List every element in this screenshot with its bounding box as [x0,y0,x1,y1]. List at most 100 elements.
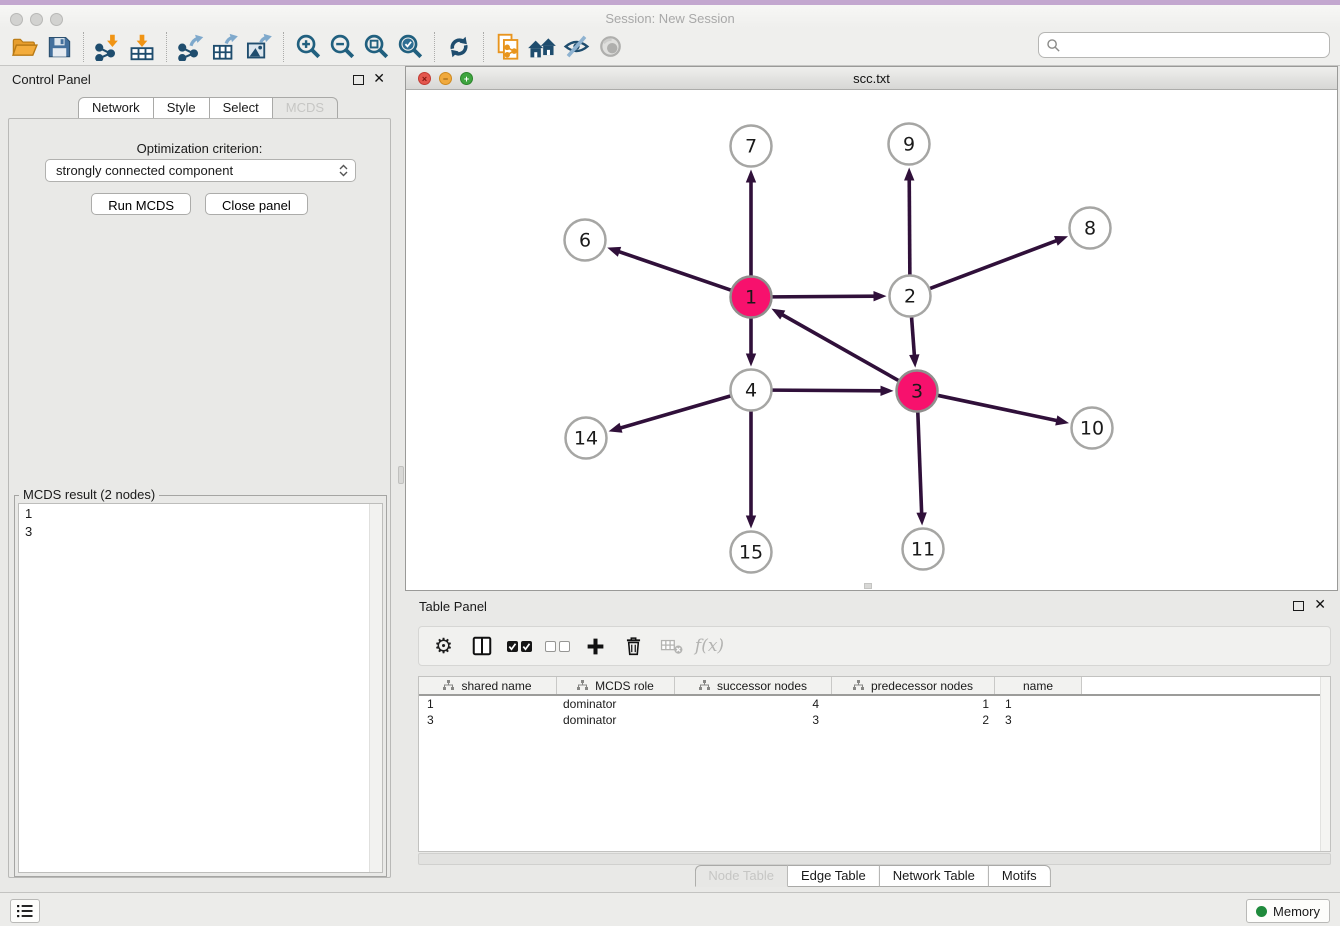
column-attr-icon [853,680,864,691]
close-table-panel-icon[interactable]: ✕ [1314,597,1326,613]
mcds-result-list[interactable]: 1 3 [18,503,383,873]
application-window: Session: New Session [0,0,1340,926]
table-panel: Table Panel ✕ ⚙ f(x) [405,593,1340,890]
tab-node-table[interactable]: Node Table [694,865,788,887]
list-icon [15,902,35,920]
zoom-fit-icon[interactable] [359,31,393,63]
table-row[interactable]: 1 dominator 4 1 1 [419,696,1330,712]
graph-edge-arrowhead [909,354,919,367]
clone-network-icon[interactable] [491,31,525,63]
tab-select[interactable]: Select [210,97,273,119]
network-view-window: × − + scc.txt 7968124314101511 [405,66,1338,591]
column-attr-icon [577,680,588,691]
network-graph-svg: 7968124314101511 [406,90,1337,590]
network-window-titlebar[interactable]: × − + scc.txt [406,67,1337,90]
graph-edge[interactable] [938,395,1058,420]
graph-node-label: 7 [745,136,757,158]
export-image-icon[interactable] [242,31,276,63]
import-table-icon[interactable] [125,31,159,63]
tab-network[interactable]: Network [78,97,154,119]
graph-node-label: 6 [579,230,591,252]
first-neighbors-icon[interactable] [525,31,559,63]
table-vertical-scrollbar[interactable] [1320,677,1330,851]
table-panel-title: Table Panel [419,599,487,614]
graph-edge-arrowhead [771,309,785,320]
optimization-criterion-select[interactable]: strongly connected component [45,159,356,182]
table-horizontal-scrollbar[interactable] [418,853,1331,865]
status-bar: Memory [0,892,1340,926]
select-all-columns-icon[interactable] [505,631,534,661]
control-panel: Control Panel ✕ Network Style Select MCD… [0,67,397,878]
node-table[interactable]: shared name MCDS role successor nodes pr… [418,676,1331,852]
search-icon [1046,38,1061,53]
graph-edge-arrowhead [607,247,621,257]
float-panel-icon[interactable] [353,75,364,85]
tab-style[interactable]: Style [154,97,210,119]
show-all-icon[interactable] [593,31,627,63]
graph-edge[interactable] [772,390,882,391]
task-history-button[interactable] [10,899,40,923]
tab-motifs[interactable]: Motifs [989,865,1051,887]
insert-column-icon[interactable] [467,631,496,661]
run-mcds-button[interactable]: Run MCDS [91,193,191,215]
table-settings-icon[interactable]: ⚙ [429,631,458,661]
hide-selected-icon[interactable] [559,31,593,63]
tab-network-table[interactable]: Network Table [880,865,989,887]
column-header-name[interactable]: name [995,677,1082,694]
delete-columns-icon[interactable] [619,631,648,661]
graph-edge[interactable] [930,240,1058,288]
search-box[interactable] [1038,32,1330,58]
split-divider-grip[interactable] [398,466,404,484]
mcds-panel: Optimization criterion: strongly connect… [8,118,391,878]
graph-node-label: 3 [911,381,923,403]
optimization-criterion-value: strongly connected component [56,163,233,178]
tab-mcds[interactable]: MCDS [273,97,338,119]
zoom-in-icon[interactable] [291,31,325,63]
graph-edge[interactable] [781,314,898,380]
mcds-result-group: MCDS result (2 nodes) 1 3 [14,495,387,877]
import-network-icon[interactable] [91,31,125,63]
export-table-icon[interactable] [208,31,242,63]
table-row[interactable]: 3 dominator 3 2 3 [419,712,1330,728]
graph-node-label: 10 [1080,418,1104,440]
toolbar-separator [483,32,484,62]
float-table-panel-icon[interactable] [1293,601,1304,611]
close-panel-button[interactable]: Close panel [205,193,308,215]
memory-button[interactable]: Memory [1246,899,1330,923]
memory-label: Memory [1273,904,1320,919]
graph-node-label: 15 [739,542,763,564]
delete-table-icon [657,631,686,661]
graph-edge[interactable] [909,178,910,274]
zoom-out-icon[interactable] [325,31,359,63]
search-input[interactable] [1061,35,1329,55]
unselect-all-columns-icon[interactable] [543,631,572,661]
graph-edge-arrowhead [880,386,893,396]
result-scrollbar[interactable] [369,504,382,872]
function-builder-icon: f(x) [695,631,724,661]
create-column-icon[interactable] [581,631,610,661]
graph-edge[interactable] [618,251,731,290]
graph-node-label: 11 [911,539,935,561]
column-attr-icon [443,680,454,691]
column-header-successor-nodes[interactable]: successor nodes [675,677,832,694]
toolbar-separator [166,32,167,62]
network-canvas[interactable]: 7968124314101511 [406,90,1337,590]
save-session-icon[interactable] [42,31,76,63]
export-network-icon[interactable] [174,31,208,63]
zoom-selected-icon[interactable] [393,31,427,63]
column-header-predecessor-nodes[interactable]: predecessor nodes [832,677,995,694]
canvas-divider-grip[interactable] [864,583,872,589]
mcds-result-item: 3 [19,522,382,540]
column-header-shared-name[interactable]: shared name [419,677,557,694]
graph-edge[interactable] [772,296,875,297]
table-panel-tabs: Node Table Edge Table Network Table Moti… [694,865,1050,887]
graph-edge[interactable] [619,396,730,428]
graph-edge[interactable] [918,412,922,514]
graph-edge[interactable] [912,317,915,356]
tab-edge-table[interactable]: Edge Table [788,865,880,887]
close-panel-icon[interactable]: ✕ [373,71,385,87]
graph-edge-arrowhead [904,167,914,180]
open-session-icon[interactable] [8,31,42,63]
apply-layout-icon[interactable] [442,31,476,63]
column-header-mcds-role[interactable]: MCDS role [557,677,675,694]
